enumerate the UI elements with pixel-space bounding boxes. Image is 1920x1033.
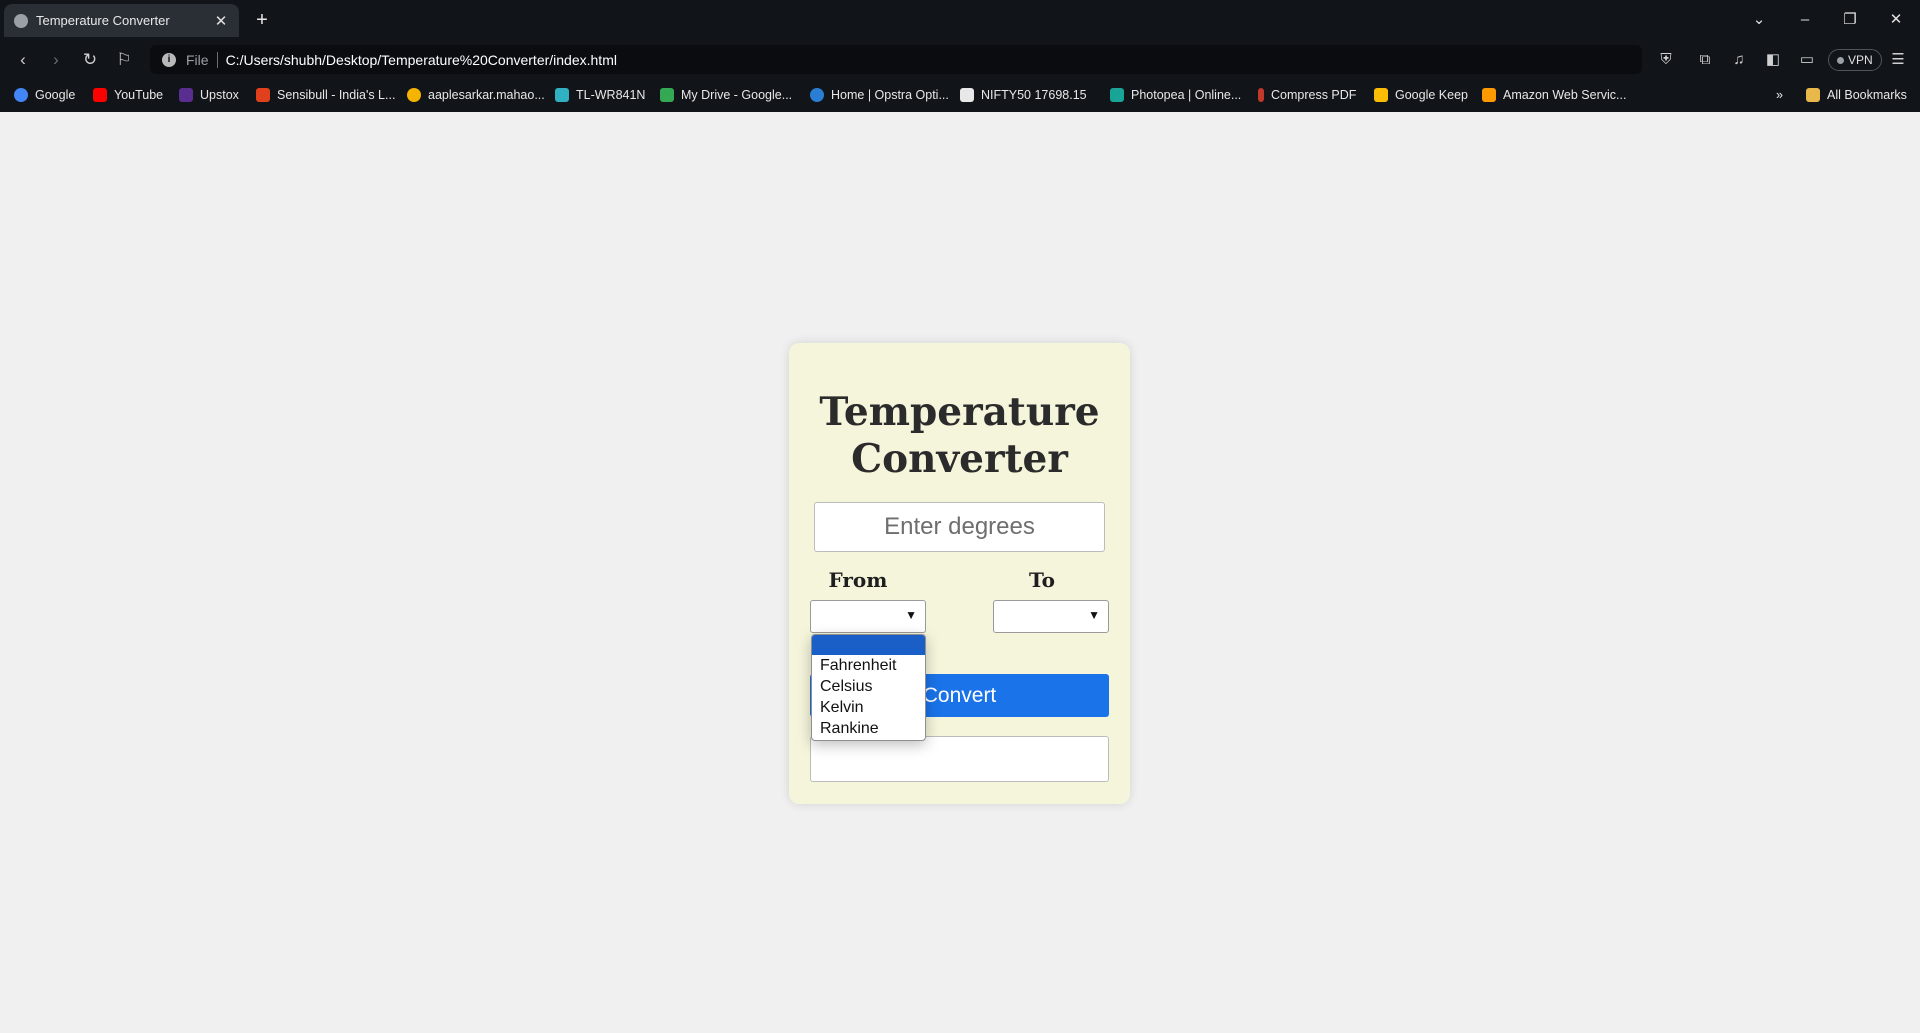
all-bookmarks-label: All Bookmarks [1827,88,1907,102]
restore-icon[interactable]: ❐ [1838,8,1862,32]
dropdown-option[interactable]: Rankine [812,718,925,739]
vpn-status-icon [1837,57,1844,64]
shield-icon[interactable]: ⛨ [1654,48,1678,72]
close-tab-icon[interactable]: ✕ [213,12,229,30]
globe-icon [14,13,28,28]
url-text[interactable]: C:/Users/shubh/Desktop/Temperature%20Con… [226,52,617,68]
sensibull-icon [256,88,270,102]
bookmark-label: NIFTY50 17698.15 [981,88,1087,102]
photopea-icon [1110,88,1124,102]
page-title: Temperature Converter [819,389,1100,482]
page-body: Temperature Converter From To ▼ ▼ Conver… [0,112,1920,1033]
info-icon[interactable]: i [162,52,176,67]
bookmark-label: Compress PDF [1271,88,1357,102]
from-select[interactable]: ▼ [810,600,926,633]
url-divider [216,51,218,68]
to-select[interactable]: ▼ [993,600,1109,633]
vpn-button[interactable]: VPN [1828,49,1882,71]
sidebar-icon[interactable]: ◧ [1761,48,1785,72]
bookmark-youtube[interactable]: YouTube [93,85,163,105]
bookmarks-bar: Google YouTube Upstox Sensibull - India'… [0,78,1920,112]
browser-titlebar: Temperature Converter ✕ + ⌄ – ❐ ✕ [0,0,1920,41]
bookmark-label: Home | Opstra Opti... [831,88,949,102]
back-icon[interactable]: ‹ [10,47,36,73]
google-drive-icon [660,88,674,102]
google-icon [14,88,28,102]
browser-toolbar: ‹ › ↻ ⚐ i File C:/Users/shubh/Desktop/Te… [0,41,1920,78]
close-window-icon[interactable]: ✕ [1884,8,1908,32]
bookmark-opstra[interactable]: Home | Opstra Opti... [810,85,949,105]
bookmark-tplink[interactable]: TL-WR841N [555,85,645,105]
bookmark-label: Sensibull - India's L... [277,88,396,102]
opstra-icon [810,88,824,102]
bookmark-google[interactable]: Google [14,85,75,105]
upstox-icon [179,88,193,102]
bookmark-icon[interactable]: ⚐ [111,47,137,73]
google-keep-icon [1374,88,1388,102]
browser-tab[interactable]: Temperature Converter ✕ [4,4,239,37]
chevron-down-icon: ▼ [1088,608,1100,622]
tab-title: Temperature Converter [36,13,170,28]
to-label: To [1029,568,1055,592]
bookmark-label: Amazon Web Servic... [1503,88,1627,102]
wallet-icon[interactable]: ▭ [1795,48,1819,72]
all-bookmarks[interactable]: All Bookmarks [1806,85,1907,105]
degrees-input[interactable] [814,502,1105,552]
dropdown-option[interactable] [812,635,925,655]
music-icon[interactable]: ♫ [1727,48,1751,72]
dropdown-option[interactable]: Celsius [812,676,925,697]
youtube-icon [93,88,107,102]
new-tab-button[interactable]: + [250,8,274,32]
address-bar[interactable]: i File C:/Users/shubh/Desktop/Temperatur… [150,45,1642,74]
chevron-down-icon: ▼ [905,608,917,622]
menu-icon[interactable]: ☰ [1886,48,1910,72]
dropdown-option[interactable]: Fahrenheit [812,655,925,676]
vpn-label: VPN [1848,53,1873,67]
bookmark-nifty50[interactable]: NIFTY50 17698.15 [960,85,1087,105]
bookmark-aaplesarkar[interactable]: aaplesarkar.mahao... [407,85,545,105]
bookmark-upstox[interactable]: Upstox [179,85,239,105]
bookmark-label: YouTube [114,88,164,102]
reload-icon[interactable]: ↻ [77,47,103,73]
excel-icon [960,88,974,102]
bookmark-label: Google [35,88,76,102]
bookmark-sensibull[interactable]: Sensibull - India's L... [256,85,395,105]
dropdown-option[interactable]: Kelvin [812,697,925,718]
bookmark-label: Google Keep [1395,88,1468,102]
bookmark-label: Photopea | Online... [1131,88,1242,102]
bookmark-label: aaplesarkar.mahao... [428,88,545,102]
folder-icon [1806,88,1820,102]
tab-search-icon[interactable]: ⌄ [1747,8,1771,32]
bookmark-aws[interactable]: Amazon Web Servic... [1482,85,1626,105]
aws-icon [1482,88,1496,102]
from-label: From [828,568,888,592]
bookmark-compress-pdf[interactable]: Compress PDF [1258,85,1356,105]
bookmark-google-keep[interactable]: Google Keep [1374,85,1468,105]
bookmark-label: My Drive - Google... [681,88,793,102]
bookmark-photopea[interactable]: Photopea | Online... [1110,85,1241,105]
forward-icon[interactable]: › [43,47,69,73]
from-dropdown-list[interactable]: Fahrenheit Celsius Kelvin Rankine [811,634,926,741]
pdf-icon [1258,88,1264,102]
result-output [810,736,1109,782]
extensions-icon[interactable]: ⧉ [1693,48,1717,72]
url-scheme: File [186,51,209,68]
tplink-icon [555,88,569,102]
bookmark-label: Upstox [200,88,239,102]
minimize-icon[interactable]: – [1793,8,1817,32]
bookmark-google-drive[interactable]: My Drive - Google... [660,85,792,105]
more-bookmarks-icon[interactable]: » [1776,85,1783,105]
aaplesarkar-icon [407,88,421,102]
bookmark-label: TL-WR841N [576,88,646,102]
